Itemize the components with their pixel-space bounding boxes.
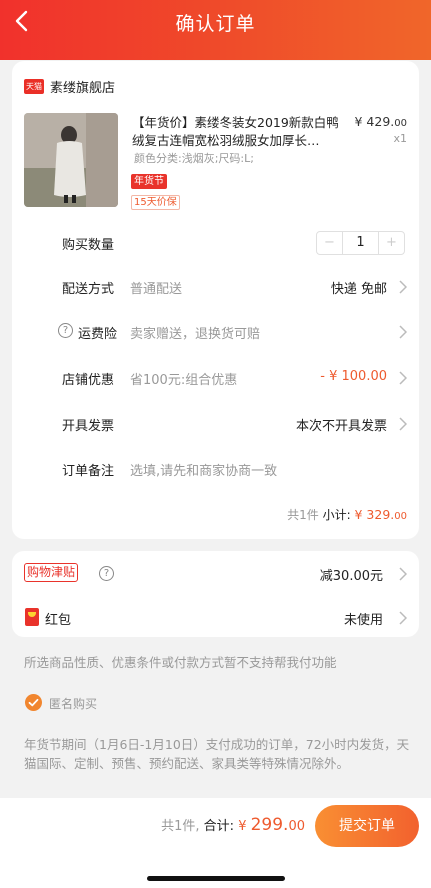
subtotal-label: 小计: [322, 508, 351, 522]
price-guarantee-tag: 15天价保 [131, 195, 180, 210]
note-row: 订单备注 选填,请先和商家协商一致 [12, 457, 419, 481]
anonymous-label[interactable]: 匿名购买 [49, 695, 97, 712]
red-packet-label: 红包 [45, 613, 72, 628]
festival-tag: 年货节 [131, 174, 167, 189]
product-image[interactable] [24, 113, 118, 207]
total-amount-cents: 00 [288, 819, 305, 834]
chevron-right-icon [399, 611, 407, 625]
shop-name: 素缕旗舰店 [50, 81, 116, 96]
note-input[interactable]: 选填,请先和商家协商一致 [130, 460, 277, 479]
red-packet-icon [25, 608, 39, 626]
check-icon [28, 698, 39, 707]
total-count: 共1件, [161, 819, 200, 834]
subtotal-count: 共1件 [287, 508, 319, 522]
chevron-right-icon [399, 325, 407, 339]
quantity-label: 购买数量 [62, 238, 115, 253]
decrease-button[interactable]: − [317, 232, 342, 254]
product-price-cents: 00 [394, 118, 407, 129]
subtotal-amount-cents: 00 [394, 511, 407, 522]
insurance-sub: 卖家赠送，退换货可赔 [130, 327, 261, 342]
total-amount-main: 299. [250, 815, 289, 835]
chevron-right-icon [399, 417, 407, 431]
invoice-label: 开具发票 [62, 419, 115, 434]
delivery-sub: 普通配送 [130, 282, 183, 297]
bottom-bar: 共1件, 合计: ¥ 299.00 提交订单 [0, 798, 431, 888]
tmall-logo: 天猫 [24, 79, 44, 94]
order-card: 天猫 素缕旗舰店 【年货价】素缕冬装女2019新款白鸭绒复古连帽宽松羽绒服女加厚… [12, 61, 419, 539]
allowance-value[interactable]: 减30.00元 [320, 565, 383, 584]
shop-header[interactable]: 天猫 素缕旗舰店 [24, 77, 115, 96]
home-indicator[interactable] [147, 876, 285, 881]
chevron-right-icon [399, 280, 407, 294]
discount-value: - ¥ 100.00 [320, 369, 387, 384]
product-title[interactable]: 【年货价】素缕冬装女2019新款白鸭绒复古连帽宽松羽绒服女加厚长… [132, 114, 344, 150]
anonymous-checkbox[interactable] [25, 694, 42, 711]
unsupported-notice: 所选商品性质、优惠条件或付款方式暂不支持帮我付功能 [24, 655, 337, 670]
header-bar: 确认订单 [0, 0, 431, 60]
promo-card: 购物津贴 ? 减30.00元 红包 未使用 [12, 551, 419, 637]
discount-label: 店铺优惠 [62, 373, 115, 388]
chevron-right-icon [399, 567, 407, 581]
subtotal-amount: ¥ 329.00 [355, 507, 408, 522]
total-label: 合计: [203, 819, 235, 834]
discount-sub: 省100元:组合优惠 [130, 373, 238, 388]
shop-discount-row[interactable]: 店铺优惠 省100元:组合优惠 - ¥ 100.00 [12, 366, 419, 390]
delivery-value: 快递 免邮 [330, 282, 387, 297]
invoice-value: 本次不开具发票 [295, 419, 387, 434]
quantity-stepper[interactable]: − 1 + [316, 231, 405, 255]
product-quantity: x1 [393, 132, 407, 145]
subtotal-amount-main: ¥ 329. [354, 507, 395, 522]
note-label: 订单备注 [62, 464, 115, 479]
order-total: 共1件, 合计: ¥ 299.00 [161, 815, 305, 835]
shopping-allowance-badge[interactable]: 购物津贴 [24, 563, 79, 582]
help-icon[interactable]: ? [58, 323, 73, 338]
product-sku: 颜色分类:浅烟灰;尺码:L; [134, 152, 254, 165]
help-icon[interactable]: ? [99, 566, 114, 581]
red-packet-value[interactable]: 未使用 [344, 609, 383, 628]
increase-button[interactable]: + [379, 232, 404, 254]
festival-notice: 年货节期间（1月6日-1月10日）支付成功的订单，72小时内发货，天猫国际、定制… [24, 737, 410, 771]
total-amount: ¥ 299.00 [238, 815, 305, 835]
product-price-main: ¥ 429. [354, 114, 395, 129]
total-currency: ¥ [238, 819, 251, 834]
chevron-right-icon [399, 371, 407, 385]
quantity-value[interactable]: 1 [342, 232, 379, 254]
submit-order-button[interactable]: 提交订单 [315, 805, 419, 847]
delivery-label: 配送方式 [62, 282, 115, 297]
insurance-label: 运费险 [78, 327, 118, 342]
insurance-row[interactable]: ? 运费险 卖家赠送，退换货可赔 [12, 320, 419, 344]
product-price: ¥ 429.00 [355, 114, 408, 129]
invoice-row[interactable]: 开具发票 本次不开具发票 [12, 412, 419, 436]
page-title: 确认订单 [175, 13, 256, 35]
delivery-row[interactable]: 配送方式 普通配送 快递 免邮 [12, 275, 419, 299]
subtotal: 共1件 小计: ¥ 329.00 [287, 506, 407, 523]
